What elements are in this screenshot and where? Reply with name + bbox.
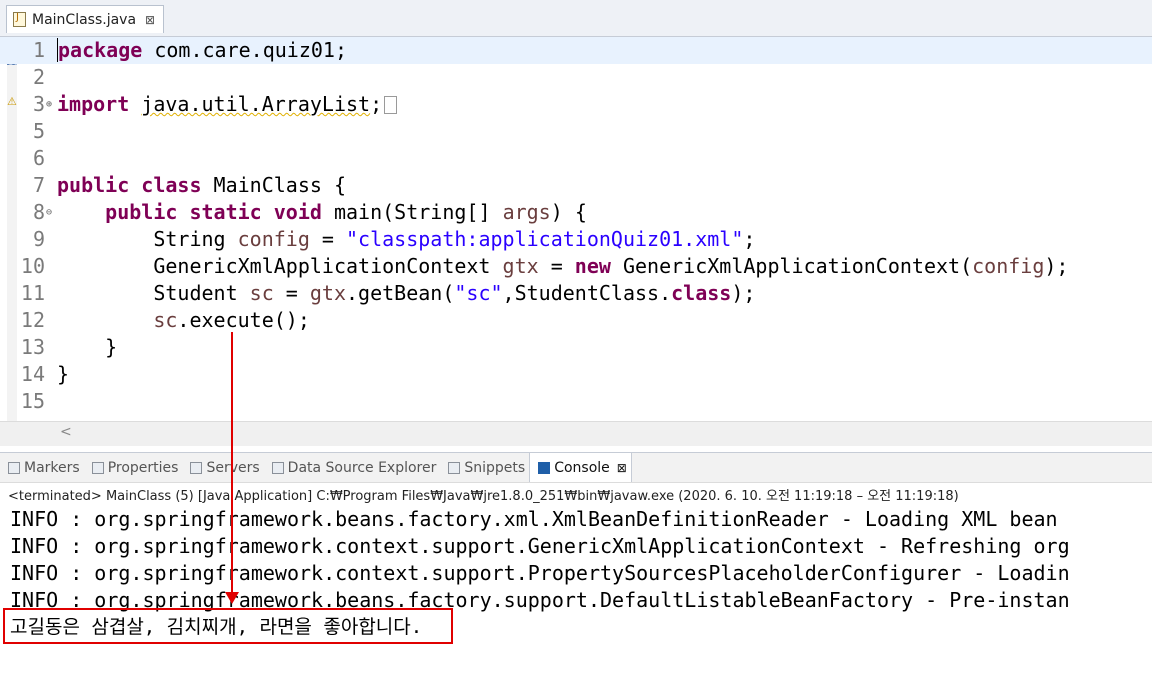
code-text: String config = "classpath:applicationQu…: [57, 227, 756, 251]
tab-label: Servers: [206, 459, 260, 476]
code-text: public class MainClass {: [57, 173, 347, 197]
code-line[interactable]: 1 package com.care.quiz01;: [0, 37, 1152, 64]
line-number: 11: [20, 281, 45, 305]
editor-tab-bar: MainClass.java ⊠: [0, 0, 1152, 37]
data-source-icon: [271, 461, 284, 474]
code-line[interactable]: 3 ⊕ import java.util.ArrayList;: [0, 91, 1152, 118]
editor-horizontal-scrollbar[interactable]: <: [0, 421, 1152, 446]
code-text: GenericXmlApplicationContext gtx = new G…: [57, 254, 1069, 278]
tab-properties[interactable]: Properties: [84, 453, 183, 482]
line-number: 8: [32, 200, 45, 224]
line-number: 12: [20, 308, 45, 332]
tab-label: Console: [554, 459, 610, 476]
console-log-line: INFO : org.springframework.context.suppo…: [10, 561, 1070, 585]
java-file-icon: [13, 12, 26, 27]
scroll-left-icon[interactable]: <: [60, 424, 72, 440]
annotation-arrow-line: [231, 332, 233, 594]
code-editor[interactable]: ⚠ 1 package com.care.quiz01; 2 3 ⊕ import jav…: [0, 37, 1152, 427]
code-text: sc.execute();: [153, 308, 310, 332]
line-number: 14: [20, 362, 45, 386]
line-number: 1: [32, 38, 45, 62]
code-line[interactable]: 2: [0, 64, 1152, 91]
code-line[interactable]: 14}: [0, 361, 1152, 388]
tab-data-source-explorer[interactable]: Data Source Explorer: [264, 453, 441, 482]
code-text: public static void main(String[] args) {: [105, 200, 587, 224]
tab-console[interactable]: Console ⊠: [529, 453, 632, 482]
code-line[interactable]: 11 Student sc = gtx.getBean("sc",Student…: [0, 280, 1152, 307]
code-text: }: [57, 362, 70, 386]
code-line[interactable]: 9 String config = "classpath:application…: [0, 226, 1152, 253]
tab-servers[interactable]: Servers: [182, 453, 263, 482]
annotation-arrow-head: [225, 592, 239, 604]
tab-label: Markers: [24, 459, 80, 476]
tab-label: Data Source Explorer: [287, 459, 437, 476]
code-line[interactable]: 10 GenericXmlApplicationContext gtx = ne…: [0, 253, 1152, 280]
code-line[interactable]: 6: [0, 145, 1152, 172]
code-text: package com.care.quiz01;: [57, 38, 347, 62]
markers-icon: [8, 461, 20, 474]
tab-snippets[interactable]: Snippets: [440, 453, 529, 482]
tab-label: Snippets: [464, 459, 526, 476]
line-number: 3: [32, 92, 45, 116]
line-number: 2: [32, 65, 45, 89]
editor-tab-label: MainClass.java: [32, 11, 137, 28]
code-line[interactable]: 7 public class MainClass {: [0, 172, 1152, 199]
tab-markers[interactable]: Markers: [0, 453, 84, 482]
line-number: 9: [32, 227, 45, 251]
code-line[interactable]: 13 }: [0, 334, 1152, 361]
bottom-panel-tab-bar: Markers Properties Servers Data Source Expl…: [0, 452, 1152, 483]
line-number: 7: [32, 173, 45, 197]
console-log-line: INFO : org.springframework.beans.factory…: [10, 507, 1058, 531]
line-number: 13: [20, 335, 45, 359]
code-line[interactable]: 5: [0, 118, 1152, 145]
code-line[interactable]: 8 ⊖ public static void main(String[] args…: [0, 199, 1152, 226]
line-number: 6: [32, 146, 45, 170]
code-line[interactable]: 15: [0, 388, 1152, 415]
console-log-line: INFO : org.springframework.context.suppo…: [10, 534, 1070, 558]
expand-fold-icon[interactable]: ⊕: [46, 91, 52, 118]
code-line[interactable]: 12 sc.execute();: [0, 307, 1152, 334]
console-icon: [538, 461, 551, 474]
snippets-icon: [448, 461, 461, 474]
close-icon[interactable]: ⊠: [145, 13, 155, 27]
collapse-fold-icon[interactable]: ⊖: [46, 199, 52, 226]
code-text: import java.util.ArrayList;: [57, 91, 398, 118]
close-icon[interactable]: ⊠: [617, 461, 627, 475]
line-number: 10: [20, 254, 45, 278]
console-status-line: <terminated> MainClass (5) [Java Applica…: [8, 489, 959, 504]
highlight-box: [3, 608, 453, 644]
line-number: 5: [32, 119, 45, 143]
tab-label: Properties: [107, 459, 179, 476]
properties-icon: [91, 461, 104, 474]
editor-tab-mainclass[interactable]: MainClass.java ⊠: [6, 5, 165, 33]
code-text: }: [57, 335, 118, 359]
servers-icon: [190, 461, 203, 474]
line-number: 15: [20, 389, 45, 413]
code-text: Student sc = gtx.getBean("sc",StudentCla…: [57, 281, 756, 305]
